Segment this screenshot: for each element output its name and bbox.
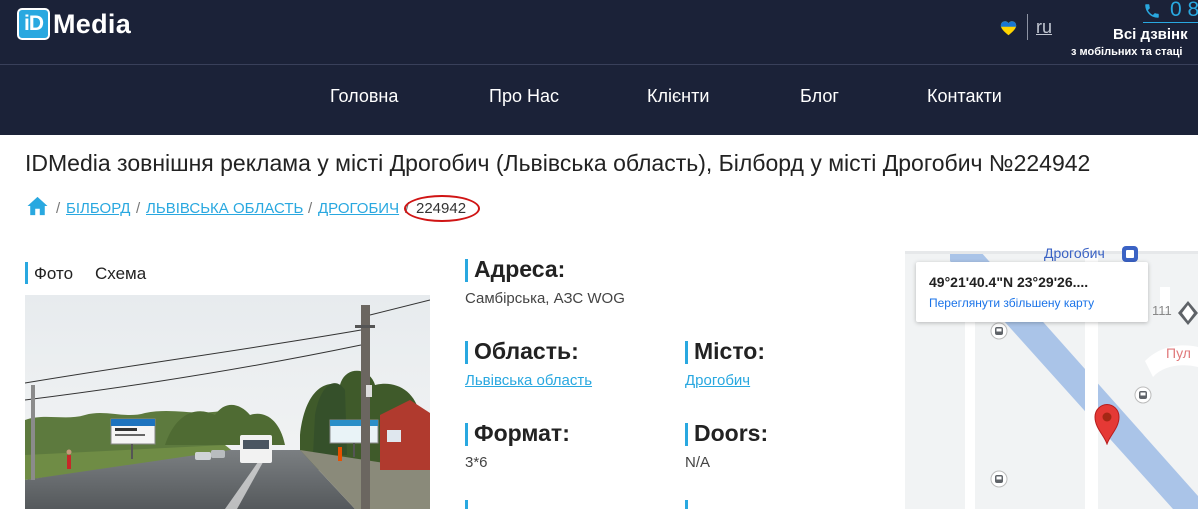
region-link[interactable]: Львівська область [465, 372, 592, 389]
breadcrumb-city-link[interactable]: ДРОГОБИЧ [318, 200, 399, 217]
view-larger-map-link[interactable]: Переглянути збільшену карту [929, 296, 1094, 310]
phone-number-link[interactable]: 0 8 [1170, 0, 1198, 22]
doors-value: N/A [685, 454, 711, 471]
nav-item-clients[interactable]: Клієнти [647, 86, 709, 107]
format-label: Формат: [465, 420, 570, 447]
breadcrumb-region-link[interactable]: ЛЬВІВСЬКА ОБЛАСТЬ [146, 200, 303, 217]
city-label: Місто: [685, 338, 765, 365]
idmedia-logo[interactable]: iD Media [17, 8, 131, 40]
calls-note-text: з мобільних та стаці [1071, 46, 1183, 58]
phone-underline [1143, 22, 1198, 23]
map-coordinates: 49°21'40.4"N 23°29'26.... [929, 274, 1089, 290]
tab-scheme[interactable]: Схема [95, 264, 146, 284]
header-divider [0, 64, 1198, 65]
tab-photo[interactable]: Фото [34, 264, 73, 284]
ukraine-flag-icon[interactable] [1000, 20, 1017, 37]
transit-icon [1178, 301, 1198, 325]
format-value: 3*6 [465, 454, 488, 471]
breadcrumb-separator: / [56, 200, 61, 217]
home-icon[interactable] [26, 196, 49, 216]
highlight-oval [404, 195, 480, 222]
map-road-number: 111 [1152, 303, 1172, 318]
page-title: IDMedia зовнішня реклама у місті Дрогоби… [25, 150, 1091, 176]
site-header: iD Media ru 0 8 Всі дзвінк з мобільних т… [0, 0, 1198, 135]
breadcrumb-separator: / [308, 200, 313, 217]
logo-mark: iD [17, 8, 50, 40]
address-value: Самбірська, АЗС WOG [465, 290, 625, 307]
doors-label: Doors: [685, 420, 768, 447]
billboard-photo[interactable] [25, 295, 430, 509]
breadcrumb-billboard-link[interactable]: БІЛБОРД [66, 200, 130, 217]
nav-item-about[interactable]: Про Нас [489, 86, 559, 107]
map-city-label: Дрогобич [1044, 245, 1105, 261]
map-pin-icon[interactable] [1093, 403, 1121, 445]
nav-item-contacts[interactable]: Контакти [927, 86, 1002, 107]
map-info-card: 49°21'40.4"N 23°29'26.... Переглянути зб… [916, 262, 1148, 322]
bus-stop-icon [1134, 386, 1152, 404]
address-label: Адреса: [465, 256, 565, 283]
active-tab-indicator [25, 262, 28, 284]
bus-stop-icon [990, 322, 1008, 340]
next-field-marker [685, 500, 688, 509]
bus-stop-icon [990, 470, 1008, 488]
map-place-label: Пул [1166, 345, 1191, 361]
region-label: Область: [465, 338, 579, 365]
breadcrumb: / БІЛБОРД / ЛЬВІВСЬКА ОБЛАСТЬ / ДРОГОБИЧ… [26, 195, 496, 222]
billboard-photo-image [25, 295, 430, 509]
phone-icon [1145, 4, 1159, 18]
language-divider [1027, 14, 1028, 40]
calls-free-text: Всі дзвінк [1113, 26, 1188, 43]
city-link[interactable]: Дрогобич [685, 372, 750, 389]
next-field-marker [465, 500, 468, 509]
bus-stop-icon [1122, 246, 1138, 262]
breadcrumb-separator: / [136, 200, 141, 217]
nav-item-home[interactable]: Головна [330, 86, 398, 107]
logo-text: Media [53, 8, 132, 39]
nav-item-blog[interactable]: Блог [800, 86, 839, 107]
language-ru-link[interactable]: ru [1036, 17, 1052, 38]
